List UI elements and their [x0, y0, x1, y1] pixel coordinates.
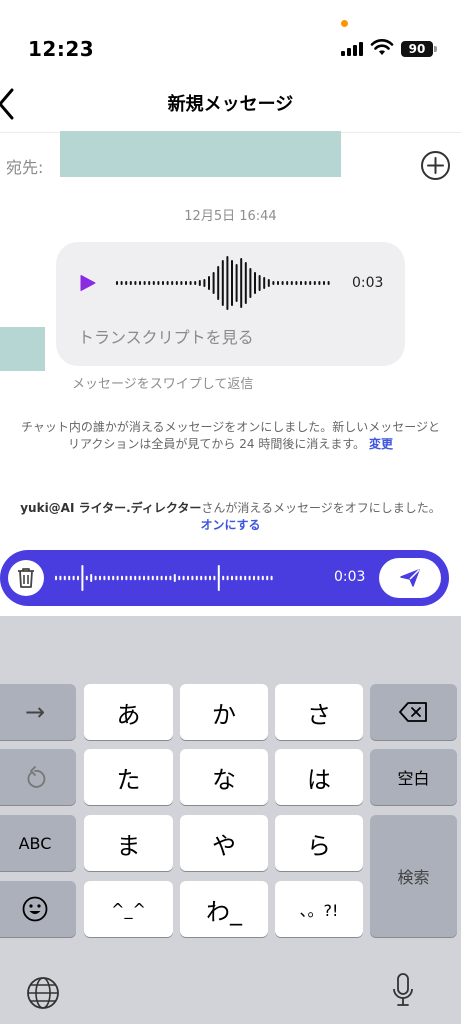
battery-tip [434, 46, 437, 52]
recipient-label: 宛先: [6, 158, 44, 177]
key-a[interactable]: あ [84, 684, 173, 740]
key-space[interactable]: 空白 [370, 749, 457, 805]
key-ma[interactable]: ま [84, 815, 173, 871]
key-ka[interactable]: か [180, 684, 268, 740]
system-message-disappearing-off: yuki@AI ライター.ディレクターさんが消えるメッセージをオフにしました。 … [20, 500, 441, 534]
microphone-icon[interactable] [391, 972, 415, 1010]
recording-duration: 0:03 [334, 569, 366, 585]
system-message-disappearing-on: チャット内の誰かが消えるメッセージをオンにしました。新しいメッセージとリアクショ… [20, 419, 441, 453]
key-abc[interactable]: ABC [0, 815, 76, 871]
status-time: 12:23 [28, 37, 95, 61]
send-icon [400, 569, 420, 587]
key-arrow[interactable]: → [0, 684, 76, 740]
wifi-icon [370, 39, 394, 55]
play-icon[interactable] [80, 274, 96, 292]
add-recipient-icon[interactable] [420, 150, 451, 181]
signal-icon [341, 40, 365, 56]
key-ra[interactable]: ら [275, 815, 363, 871]
key-undo[interactable] [0, 749, 76, 805]
emoji-icon [22, 896, 48, 922]
voice-duration: 0:03 [352, 275, 384, 291]
system-message-text: さんが消えるメッセージをオフにしました。 [201, 501, 441, 515]
recording-waveform [55, 565, 273, 591]
key-sa[interactable]: さ [275, 684, 363, 740]
turn-on-link[interactable]: オンにする [200, 518, 260, 532]
key-ta[interactable]: た [84, 749, 173, 805]
voice-waveform [116, 256, 330, 310]
undo-icon [27, 766, 46, 788]
message-date: 12月5日 16:44 [184, 209, 277, 224]
user-name: yuki@AI ライター.ディレクター [20, 501, 202, 515]
key-punctuation[interactable]: 、。?! [275, 881, 363, 937]
transcript-link[interactable]: トランスクリプトを見る [78, 324, 254, 348]
delete-icon [398, 702, 427, 722]
trash-icon [18, 568, 34, 588]
mic-indicator-dot [341, 20, 348, 27]
recipient-field[interactable] [60, 131, 341, 177]
key-emoji[interactable] [0, 881, 76, 937]
change-link[interactable]: 変更 [369, 437, 393, 451]
key-ha[interactable]: は [275, 749, 363, 805]
globe-icon[interactable] [26, 976, 60, 1010]
key-delete[interactable] [370, 684, 457, 740]
swipe-hint: メッセージをスワイプして返信 [72, 377, 254, 392]
key-na[interactable]: な [180, 749, 268, 805]
key-wa[interactable]: わ_ [180, 881, 268, 937]
delete-recording-button[interactable] [8, 560, 44, 596]
key-search[interactable]: 検索 [370, 815, 457, 937]
page-title: 新規メッセージ [167, 94, 294, 115]
redacted-avatar [0, 327, 45, 371]
key-kaomoji[interactable]: ^_^ [84, 881, 173, 937]
keyboard: → あ か さ た な は 空白 ABC ま や ら 検索 ^_^ わ_ 、。?… [0, 616, 461, 1024]
key-ya[interactable]: や [180, 815, 268, 871]
send-button[interactable] [379, 558, 441, 598]
battery-icon: 90 [401, 41, 433, 57]
